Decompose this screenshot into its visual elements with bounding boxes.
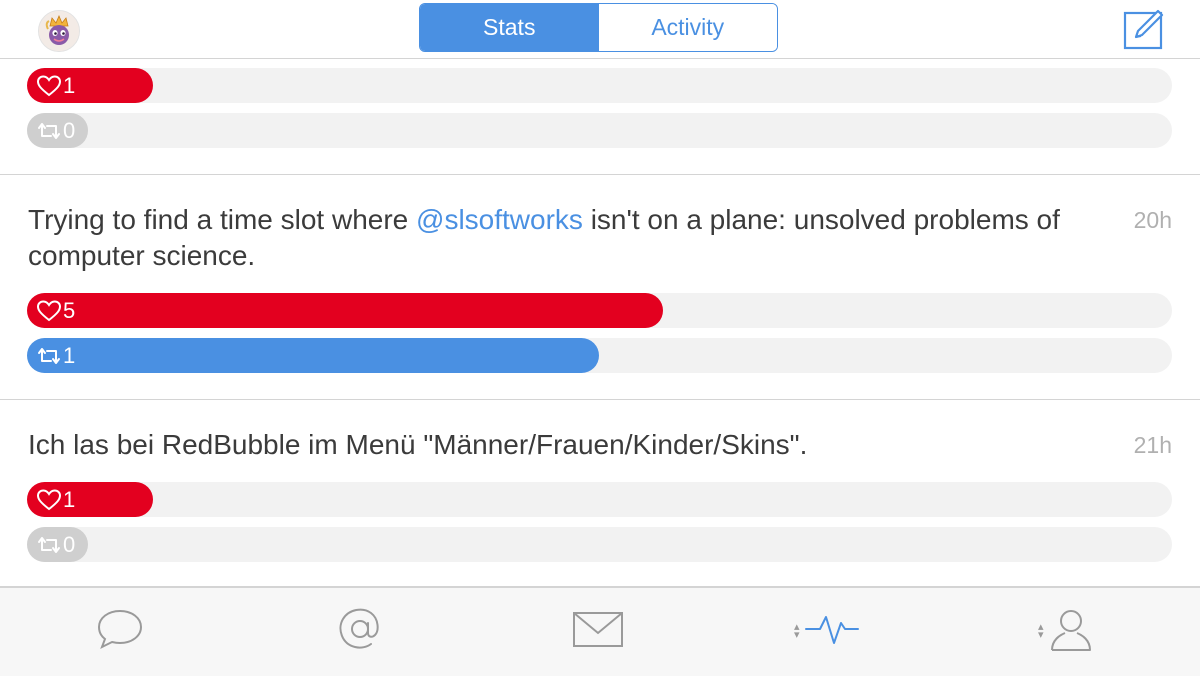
retweets-fill: 0	[27, 527, 88, 562]
speech-bubble-icon	[96, 607, 144, 656]
likes-bar: 5	[27, 293, 1172, 328]
mention-link[interactable]: @slsoftworks	[416, 204, 583, 235]
tweet-text: Ich las bei RedBubble im Menü "Männer/Fr…	[28, 429, 808, 460]
retweets-count: 0	[63, 117, 76, 143]
retweet-icon	[36, 121, 62, 141]
retweets-fill: 0	[27, 113, 88, 148]
tab-stats[interactable]: Stats	[420, 4, 599, 51]
retweet-icon	[36, 535, 62, 555]
at-sign-icon	[337, 606, 383, 657]
retweets-bar: 0	[27, 113, 1172, 148]
retweet-icon	[36, 346, 62, 366]
likes-bar: 1	[27, 68, 1172, 103]
tab-mentions[interactable]	[337, 606, 383, 656]
retweets-fill: 1	[27, 338, 599, 373]
heart-icon	[36, 299, 62, 322]
likes-bar: 1	[27, 482, 1172, 517]
timestamp: 20h	[1133, 207, 1172, 233]
list-item[interactable]: Trying to find a time slot where @slsoft…	[0, 175, 1200, 400]
tab-profile[interactable]: ▴ ▾	[1038, 606, 1094, 656]
likes-fill: 1	[27, 482, 153, 517]
heart-icon	[36, 74, 62, 97]
timestamp: 21h	[1133, 432, 1172, 458]
tab-activity-stats[interactable]: ▴ ▾	[794, 606, 860, 656]
retweets-bar: 0	[27, 527, 1172, 562]
tab-activity[interactable]: Activity	[598, 4, 777, 51]
person-icon	[1048, 606, 1094, 657]
tab-bar: ▴ ▾ ▴ ▾	[0, 587, 1200, 676]
tweet-text: Trying to find a time slot where @slsoft…	[28, 202, 1088, 274]
likes-count: 5	[63, 297, 76, 323]
activity-pulse-icon	[804, 609, 860, 654]
retweets-count: 1	[63, 342, 76, 368]
likes-fill: 1	[27, 68, 153, 103]
stats-activity-segmented-control: Stats Activity	[419, 3, 778, 52]
avatar[interactable]	[38, 10, 80, 52]
compose-icon[interactable]	[1122, 7, 1166, 51]
retweets-count: 0	[63, 531, 76, 557]
heart-icon	[36, 488, 62, 511]
envelope-icon	[572, 609, 624, 654]
tab-messages[interactable]	[572, 606, 624, 656]
navigation-bar: Stats Activity	[0, 0, 1200, 59]
sort-arrows-icon: ▴ ▾	[794, 621, 800, 641]
list-item[interactable]: 1 0	[0, 58, 1200, 175]
retweets-bar: 1	[27, 338, 1172, 373]
sort-arrows-icon: ▴ ▾	[1038, 621, 1044, 641]
tweet-text-part: Trying to find a time slot where	[28, 204, 417, 235]
likes-count: 1	[63, 486, 76, 512]
list-item[interactable]: Ich las bei RedBubble im Menü "Männer/Fr…	[0, 400, 1200, 587]
likes-fill: 5	[27, 293, 663, 328]
likes-count: 1	[63, 72, 76, 98]
tab-timeline[interactable]	[96, 606, 144, 656]
